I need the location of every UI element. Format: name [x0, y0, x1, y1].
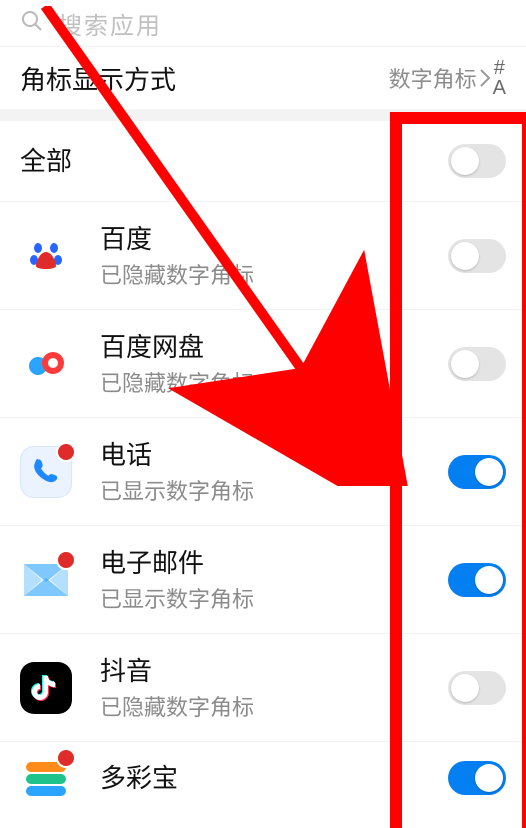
phone-icon [20, 446, 72, 498]
toggle-douyin[interactable] [448, 671, 506, 705]
app-sub: 已显示数字角标 [100, 586, 448, 614]
app-sub: 已显示数字角标 [100, 478, 448, 506]
app-title: 电子邮件 [100, 546, 448, 580]
mail-icon [20, 554, 72, 606]
apps-list: 全部 百度 已隐藏数字角标 百度网盘 已隐藏数字角标 [0, 121, 526, 813]
toggle-bdisk[interactable] [448, 347, 506, 381]
app-row-bdisk: 百度网盘 已隐藏数字角标 [0, 309, 526, 417]
app-row-douyin: 抖音 已隐藏数字角标 [0, 633, 526, 741]
master-label: 全部 [20, 144, 448, 178]
app-row-mail: 电子邮件 已显示数字角标 [0, 525, 526, 633]
chevron-right-icon [479, 68, 491, 88]
app-title: 百度网盘 [100, 330, 448, 364]
toggle-baidu[interactable] [448, 239, 506, 273]
app-title: 百度 [100, 222, 448, 256]
toggle-mail[interactable] [448, 563, 506, 597]
app-sub: 已隐藏数字角标 [100, 694, 448, 722]
toggle-all[interactable] [448, 144, 506, 178]
index-hint: #A [493, 58, 506, 98]
toggle-duocaibao[interactable] [448, 761, 506, 795]
app-row-duocaibao: 多彩宝 [0, 741, 526, 813]
header-title: 角标显示方式 [20, 60, 176, 97]
app-row-phone: 电话 已显示数字角标 [0, 417, 526, 525]
app-sub: 已隐藏数字角标 [100, 370, 448, 398]
duocaibao-icon [20, 752, 72, 804]
search-bar[interactable]: 搜索应用 [0, 0, 526, 47]
badge-display-header[interactable]: 角标显示方式 数字角标 #A [0, 47, 526, 109]
badge-dot [56, 748, 76, 768]
baidu-disk-icon [20, 338, 72, 390]
baidu-icon [20, 230, 72, 282]
section-gap [0, 109, 526, 121]
search-icon [20, 9, 44, 38]
badge-dot [56, 442, 76, 462]
master-row-all: 全部 [0, 121, 526, 201]
settings-screen: 搜索应用 角标显示方式 数字角标 #A 全部 百度 已隐藏数字 [0, 0, 526, 828]
app-title: 电话 [100, 438, 448, 472]
app-title: 抖音 [100, 654, 448, 688]
douyin-icon [20, 662, 72, 714]
badge-dot [56, 550, 76, 570]
app-sub: 已隐藏数字角标 [100, 262, 448, 290]
app-row-baidu: 百度 已隐藏数字角标 [0, 201, 526, 309]
toggle-phone[interactable] [448, 455, 506, 489]
header-value: 数字角标 [389, 62, 477, 94]
search-placeholder: 搜索应用 [58, 6, 162, 41]
app-title: 多彩宝 [100, 761, 448, 795]
